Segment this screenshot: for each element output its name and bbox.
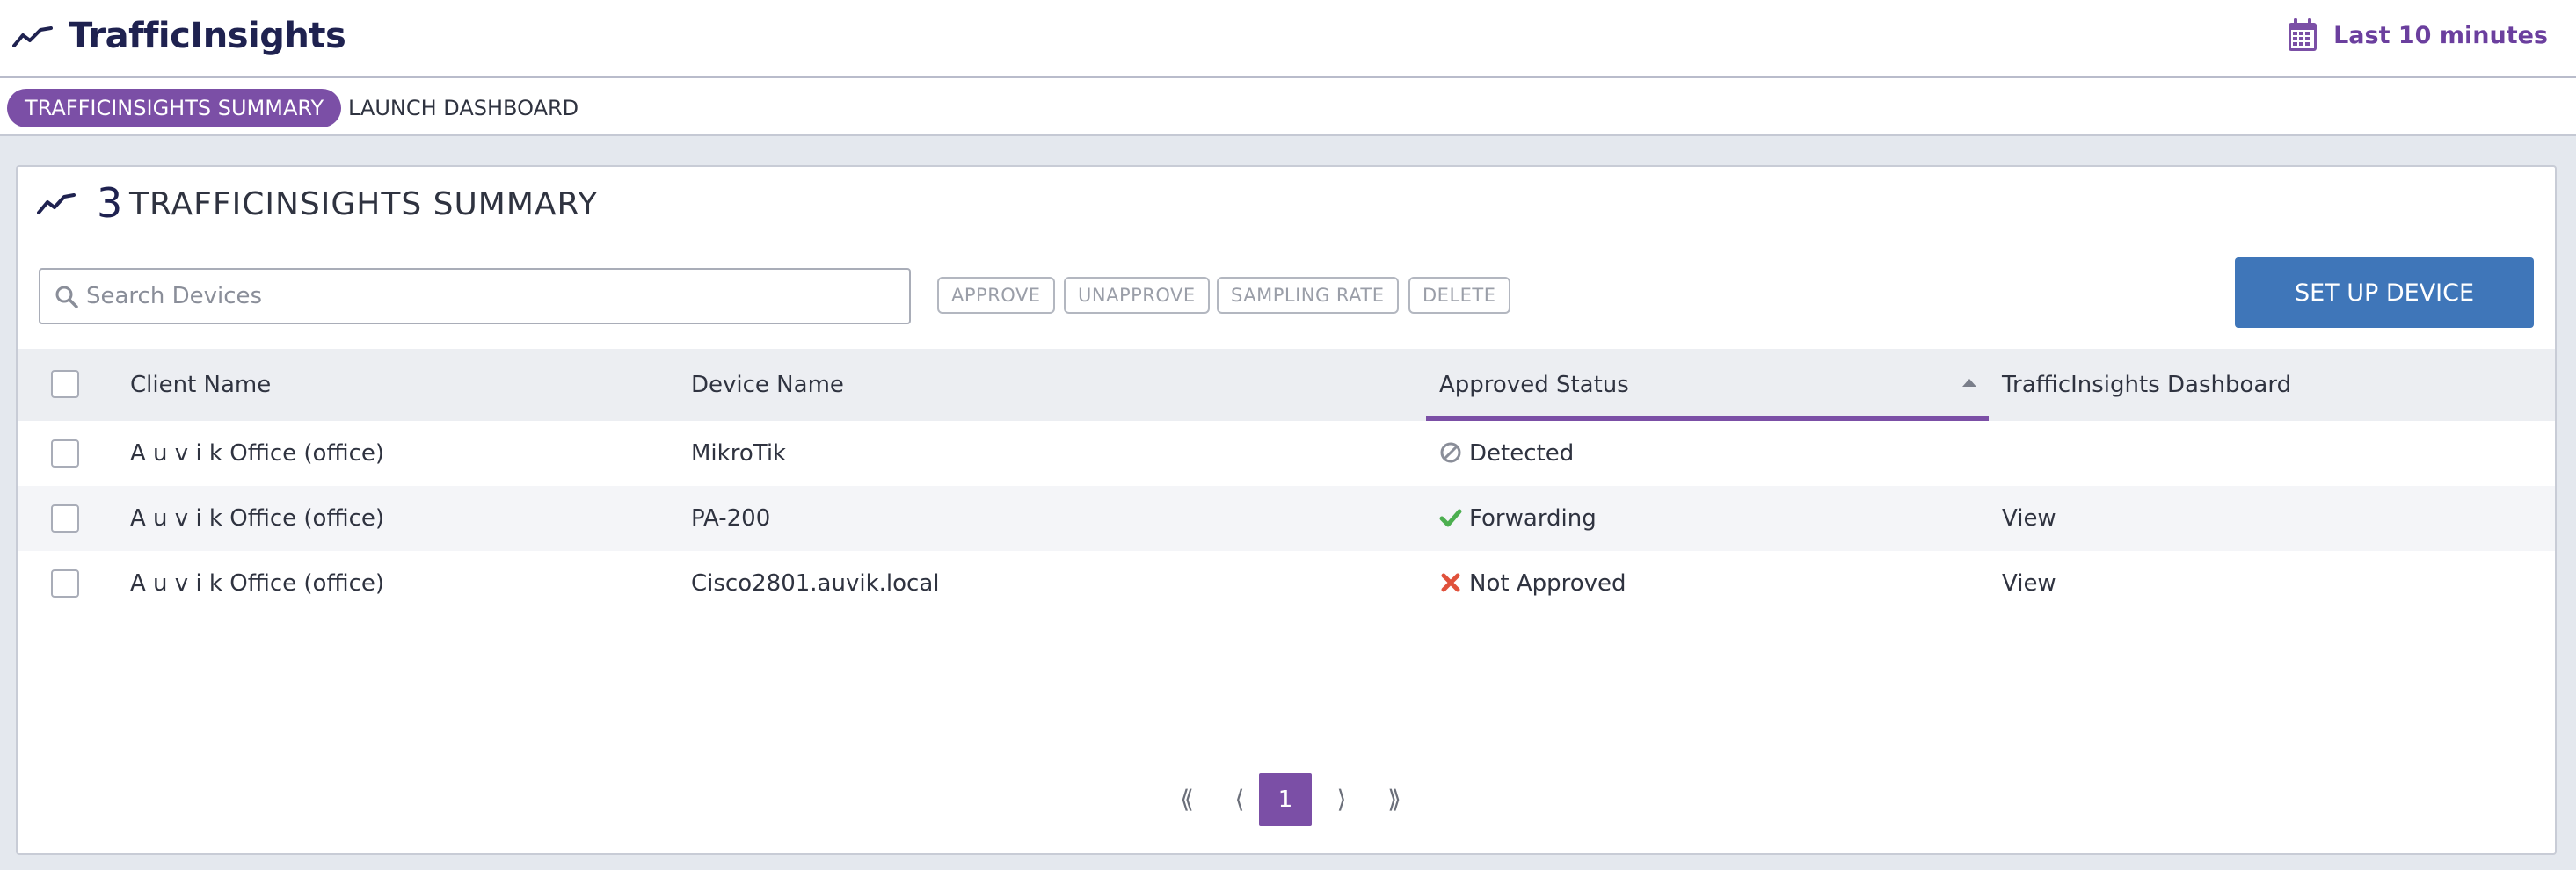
client-name-cell: A u v i k Office (office) <box>130 570 385 597</box>
sampling-rate-button[interactable]: SAMPLING RATE <box>1217 277 1399 314</box>
first-page-button[interactable]: ⟪ <box>1161 773 1213 826</box>
x-icon <box>1441 573 1460 592</box>
next-page-button[interactable]: ⟩ <box>1315 773 1368 826</box>
sort-ascending-icon[interactable] <box>1962 379 1976 387</box>
trend-line-icon <box>37 193 76 214</box>
last-page-button[interactable]: ⟫ <box>1368 773 1421 826</box>
set-up-device-button[interactable]: SET UP DEVICE <box>2235 257 2534 328</box>
time-range-selector[interactable]: Last 10 minutes <box>2288 18 2548 53</box>
previous-page-button[interactable]: ⟨ <box>1213 773 1266 826</box>
select-all-checkbox[interactable] <box>51 370 79 398</box>
device-name-cell: MikroTik <box>691 440 787 467</box>
row-checkbox[interactable] <box>51 569 79 598</box>
status-text: Detected <box>1469 440 1575 467</box>
dashboard-view-link[interactable]: View <box>2002 551 2056 616</box>
approved-status-cell: Forwarding <box>1439 486 1597 551</box>
table-row: A u v i k Office (office) PA-200 Forward… <box>18 486 2555 551</box>
device-name-cell: PA-200 <box>691 505 771 532</box>
check-icon <box>1439 509 1462 527</box>
trend-line-icon <box>12 26 53 47</box>
panel-title: TRAFFICINSIGHTS SUMMARY <box>129 186 599 222</box>
approve-button[interactable]: APPROVE <box>937 277 1055 314</box>
table-header: Client Name Device Name Approved Status … <box>18 349 2555 421</box>
approved-status-cell: Not Approved <box>1439 551 1626 616</box>
approved-status-cell: Detected <box>1439 421 1574 486</box>
unapprove-button[interactable]: UNAPPROVE <box>1064 277 1210 314</box>
status-text: Forwarding <box>1469 505 1597 532</box>
row-checkbox[interactable] <box>51 439 79 468</box>
tab-trafficinsights-summary[interactable]: TRAFFICINSIGHTS SUMMARY <box>7 89 342 127</box>
device-count: 3 <box>97 179 123 227</box>
table-row: A u v i k Office (office) MikroTik Detec… <box>18 421 2555 486</box>
client-name-cell: A u v i k Office (office) <box>130 440 385 467</box>
tab-launch-dashboard[interactable]: LAUNCH DASHBOARD <box>331 89 596 127</box>
tab-bar: TRAFFICINSIGHTS SUMMARY LAUNCH DASHBOARD <box>0 78 2576 136</box>
search-icon <box>55 286 78 308</box>
row-checkbox[interactable] <box>51 504 79 533</box>
search-box <box>39 268 911 324</box>
calendar-icon <box>2289 18 2318 51</box>
column-client-name[interactable]: Client Name <box>130 349 271 421</box>
blocked-circle-icon <box>1440 442 1461 463</box>
current-page-button[interactable]: 1 <box>1259 773 1312 826</box>
summary-panel: 3 TRAFFICINSIGHTS SUMMARY APPROVE UNAPPR… <box>16 165 2557 855</box>
panel-header: 3 TRAFFICINSIGHTS SUMMARY <box>18 167 2555 237</box>
table-row: A u v i k Office (office) Cisco2801.auvi… <box>18 551 2555 616</box>
column-trafficinsights-dashboard[interactable]: TrafficInsights Dashboard <box>2002 349 2291 421</box>
time-range-label: Last 10 minutes <box>2333 21 2548 49</box>
search-input[interactable] <box>86 270 895 323</box>
status-text: Not Approved <box>1469 570 1626 597</box>
device-name-cell: Cisco2801.auvik.local <box>691 570 940 597</box>
delete-button[interactable]: DELETE <box>1408 277 1510 314</box>
app-header: TrafficInsights Last 10 minutes <box>0 0 2576 78</box>
column-device-name[interactable]: Device Name <box>691 349 844 421</box>
dashboard-view-link[interactable]: View <box>2002 486 2056 551</box>
column-approved-status[interactable]: Approved Status <box>1439 349 1629 421</box>
app-title: TrafficInsights <box>69 16 346 56</box>
client-name-cell: A u v i k Office (office) <box>130 505 385 532</box>
